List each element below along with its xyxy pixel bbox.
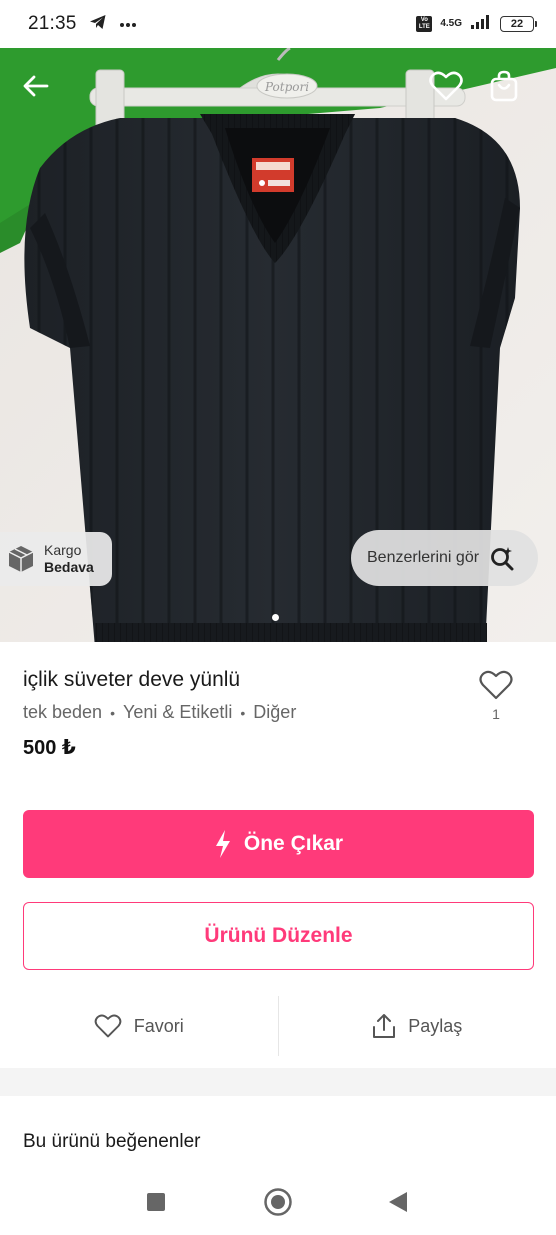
shopping-bag-icon	[490, 70, 518, 102]
system-nav-bar	[0, 1168, 556, 1235]
product-image[interactable]: Potpori Kargo Bedava Benzerlerini gör	[0, 48, 556, 642]
status-time: 21:35	[28, 13, 77, 34]
triangle-back-icon	[389, 1192, 407, 1212]
share-label: Paylaş	[408, 1015, 463, 1036]
more-dots-icon	[119, 15, 137, 33]
circle-home-icon	[264, 1188, 292, 1216]
section-separator	[0, 1068, 556, 1096]
share-icon	[373, 1014, 396, 1038]
product-meta: tek beden • Yeni & Etiketli • Diğer	[23, 702, 296, 723]
kargo-label: Kargo	[44, 542, 82, 558]
product-size: tek beden	[23, 702, 103, 722]
bedava-label: Bedava	[44, 559, 94, 575]
meta-separator: •	[110, 704, 115, 721]
carousel-indicator	[272, 614, 279, 621]
heart-outline-icon	[429, 71, 463, 101]
recents-button[interactable]	[140, 1186, 172, 1218]
status-bar: 21:35 Vo LTE 4.5G 22	[0, 0, 556, 48]
signal-icon	[470, 14, 492, 35]
promote-button[interactable]: Öne Çıkar	[23, 810, 534, 878]
home-button[interactable]	[262, 1186, 294, 1218]
promote-label: Öne Çıkar	[243, 832, 344, 855]
product-info: içlik süveter deve yünlü tek beden • Yen…	[0, 642, 556, 792]
like-count: 1	[492, 706, 500, 722]
network-label: 4.5G	[440, 18, 462, 29]
package-icon	[8, 546, 34, 572]
back-arrow-icon	[23, 75, 49, 97]
volte-badge: Vo LTE	[416, 16, 433, 32]
kargo-text: Kargo Bedava	[44, 542, 94, 576]
square-icon	[147, 1193, 165, 1211]
status-right: Vo LTE 4.5G 22	[416, 14, 537, 35]
favorite-button[interactable]: Favori	[0, 996, 278, 1056]
battery-icon: 22	[500, 16, 537, 32]
product-price: 500 ₺	[23, 737, 76, 759]
product-brand: Diğer	[253, 702, 297, 722]
likers-section-title: Bu ürünü beğenenler	[23, 1131, 201, 1152]
action-row: Favori Paylaş	[0, 996, 556, 1056]
cart-button[interactable]	[482, 64, 526, 108]
back-nav-button[interactable]	[382, 1186, 414, 1218]
meta-separator: •	[240, 704, 246, 721]
favorite-label: Favori	[133, 1015, 184, 1036]
see-similar-button[interactable]: Benzerlerini gör	[351, 530, 538, 586]
like-button[interactable]: 1	[476, 670, 516, 722]
heart-outline-icon	[94, 1014, 122, 1038]
search-sparkle-icon	[491, 547, 514, 571]
see-similar-label: Benzerlerini gör	[367, 549, 480, 566]
product-condition: Yeni & Etiketli	[122, 702, 233, 722]
favorite-top-button[interactable]	[424, 64, 468, 108]
back-button[interactable]	[16, 66, 56, 106]
free-shipping-badge: Kargo Bedava	[0, 532, 112, 586]
edit-product-label: Ürünü Düzenle	[204, 924, 353, 947]
hanger-brand: Potpori	[264, 80, 309, 94]
telegram-icon	[89, 14, 107, 35]
share-button[interactable]: Paylaş	[279, 996, 556, 1056]
heart-outline-icon	[479, 670, 513, 700]
edit-product-button[interactable]: Ürünü Düzenle	[23, 902, 534, 970]
product-title: içlik süveter deve yünlü	[23, 668, 241, 691]
status-left: 21:35	[28, 13, 137, 35]
lightning-icon	[215, 830, 230, 858]
